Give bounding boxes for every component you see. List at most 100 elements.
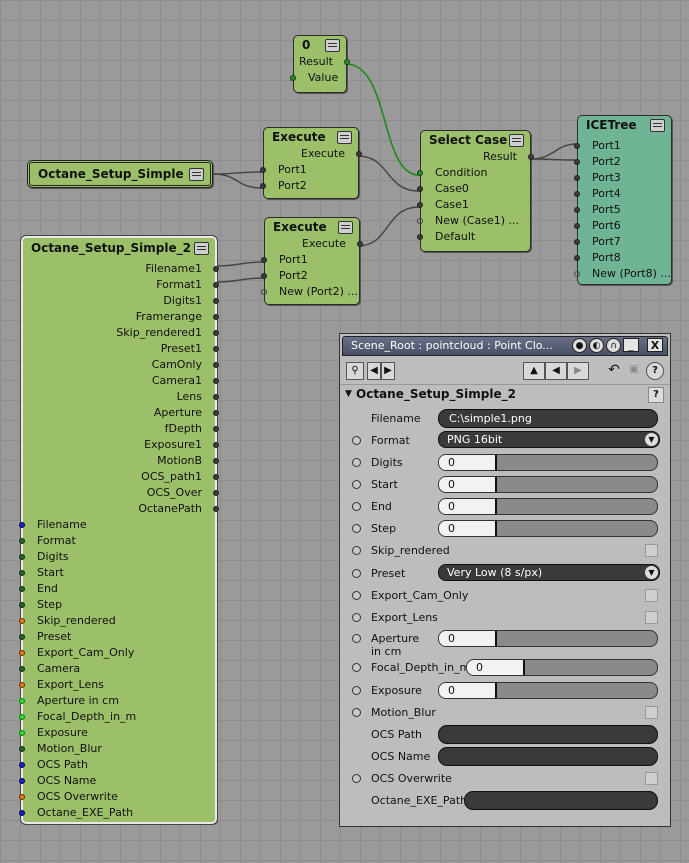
input-port-value[interactable]: Value [290, 70, 346, 86]
animate-icon[interactable] [352, 591, 361, 600]
input-port-port8[interactable]: Port8 [574, 250, 671, 266]
node-execute-1[interactable]: Execute Execute Port1 Port2 [260, 127, 362, 199]
output-port[interactable]: Filename1 [23, 261, 219, 277]
input-port-port4[interactable]: Port4 [574, 186, 671, 202]
input-port-condition[interactable]: Condition [417, 165, 530, 181]
output-port[interactable]: OctanePath [23, 501, 219, 517]
ocs-overwrite-checkbox[interactable] [645, 772, 658, 785]
node-menu-icon[interactable] [338, 221, 353, 234]
node-menu-icon[interactable] [650, 119, 665, 132]
input-port-port1[interactable]: Port1 [260, 162, 358, 178]
output-port[interactable]: Digits1 [23, 293, 219, 309]
node-octane-setup-simple-2[interactable]: Octane_Setup_Simple_2 Filename1 Format1 Di… [19, 235, 219, 825]
filename-field[interactable]: C:\simple1.png [438, 409, 658, 428]
input-port[interactable]: Step [19, 597, 215, 613]
output-port[interactable]: Format1 [23, 277, 219, 293]
output-port[interactable]: OCS_Over [23, 485, 219, 501]
help-icon[interactable]: ? [646, 362, 664, 380]
input-port[interactable]: OCS Path [19, 757, 215, 773]
animate-icon[interactable] [352, 774, 361, 783]
section-help-icon[interactable]: ? [648, 387, 664, 403]
output-port[interactable]: Exposure1 [23, 437, 219, 453]
animate-icon[interactable] [352, 458, 361, 467]
input-port[interactable]: Focal_Depth_in_m [19, 709, 215, 725]
motion-blur-checkbox[interactable] [645, 706, 658, 719]
input-port-port1[interactable]: Port1 [574, 138, 671, 154]
animate-icon[interactable] [352, 436, 361, 445]
input-port[interactable]: Exposure [19, 725, 215, 741]
animate-icon[interactable] [352, 613, 361, 622]
input-port[interactable]: Filename [19, 517, 215, 533]
input-port-port2[interactable]: Port2 [261, 268, 359, 284]
output-port[interactable]: Camera1 [23, 373, 219, 389]
output-port[interactable]: Lens [23, 389, 219, 405]
input-port-port5[interactable]: Port5 [574, 202, 671, 218]
input-port-case1[interactable]: Case1 [417, 197, 530, 213]
input-port-port3[interactable]: Port3 [574, 170, 671, 186]
animate-icon[interactable] [352, 569, 361, 578]
start-slider[interactable]: 0 [438, 476, 658, 493]
input-port[interactable]: Motion_Blur [19, 741, 215, 757]
select-tool-icon[interactable]: ⚲ [346, 362, 364, 380]
node-menu-icon[interactable] [325, 39, 340, 52]
animate-icon[interactable] [352, 524, 361, 533]
input-port-port7[interactable]: Port7 [574, 234, 671, 250]
input-port[interactable]: Export_Cam_Only [19, 645, 215, 661]
input-port-port2[interactable]: Port2 [260, 178, 358, 194]
input-port[interactable]: Camera [19, 661, 215, 677]
step-slider[interactable]: 0 [438, 520, 658, 537]
copy-icon[interactable]: ▣ [625, 362, 643, 380]
node-execute-2[interactable]: Execute Execute Port1 Port2 New (Port2) … [261, 217, 363, 305]
exposure-slider[interactable]: 0 [438, 682, 658, 699]
animate-icon[interactable] [352, 480, 361, 489]
output-port[interactable]: Aperture [23, 405, 219, 421]
export-cam-only-checkbox[interactable] [645, 589, 658, 602]
focal-depth-slider[interactable]: 0 [466, 659, 658, 676]
node-menu-icon[interactable] [194, 242, 209, 255]
node-menu-icon[interactable] [337, 131, 352, 144]
input-port-port6[interactable]: Port6 [574, 218, 671, 234]
output-port[interactable]: Preset1 [23, 341, 219, 357]
input-port[interactable]: Digits [19, 549, 215, 565]
animate-icon[interactable] [352, 686, 361, 695]
output-port[interactable]: MotionB [23, 453, 219, 469]
animate-icon[interactable] [352, 708, 361, 717]
node-menu-icon[interactable] [509, 134, 524, 147]
refresh-icon[interactable]: ◐ [589, 338, 604, 353]
input-port[interactable]: Export_Lens [19, 677, 215, 693]
input-port[interactable]: Aperture in cm [19, 693, 215, 709]
ppg-titlebar[interactable]: Scene_Root : pointcloud : Point Clo... ●… [342, 336, 668, 356]
output-port[interactable]: Skip_rendered1 [23, 325, 219, 341]
node-menu-icon[interactable] [189, 168, 204, 181]
animate-icon[interactable] [352, 546, 361, 555]
skip-rendered-checkbox[interactable] [645, 544, 658, 557]
input-port-new[interactable]: New (Port8) ... [574, 266, 671, 282]
up-arrow-icon[interactable]: ▲ [523, 362, 545, 380]
input-port[interactable]: Start [19, 565, 215, 581]
input-port-default[interactable]: Default [417, 229, 530, 245]
input-port[interactable]: OCS Name [19, 773, 215, 789]
left-arrow-icon[interactable]: ◀ [545, 362, 567, 380]
input-port-new[interactable]: New (Port2) ... [261, 284, 359, 300]
animate-icon[interactable] [352, 502, 361, 511]
prev-arrow-icon[interactable]: ◀ [367, 362, 381, 380]
digits-slider[interactable]: 0 [438, 454, 658, 471]
input-port-new-case[interactable]: New (Case1) ... [417, 213, 530, 229]
input-port[interactable]: Preset [19, 629, 215, 645]
undo-icon[interactable]: ↶ [605, 362, 623, 380]
input-port[interactable]: OCS Overwrite [19, 789, 215, 805]
animate-icon[interactable] [352, 663, 361, 672]
right-arrow-icon[interactable]: ▶ [567, 362, 589, 380]
input-port[interactable]: Skip_rendered [19, 613, 215, 629]
input-port-case0[interactable]: Case0 [417, 181, 530, 197]
next-arrow-icon[interactable]: ▶ [381, 362, 395, 380]
input-port[interactable]: End [19, 581, 215, 597]
collapse-arrow-icon[interactable]: ▼ [345, 385, 352, 403]
node-select-case[interactable]: Select Case Result Condition Case0 Case1… [417, 130, 534, 252]
aperture-slider[interactable]: 0 [438, 630, 658, 647]
property-panel[interactable]: Scene_Root : pointcloud : Point Clo... ●… [339, 333, 671, 827]
input-port-port2[interactable]: Port2 [574, 154, 671, 170]
pin-icon[interactable]: ∩ [606, 338, 621, 353]
input-port[interactable]: Format [19, 533, 215, 549]
minimize-button[interactable]: _ [623, 338, 639, 352]
